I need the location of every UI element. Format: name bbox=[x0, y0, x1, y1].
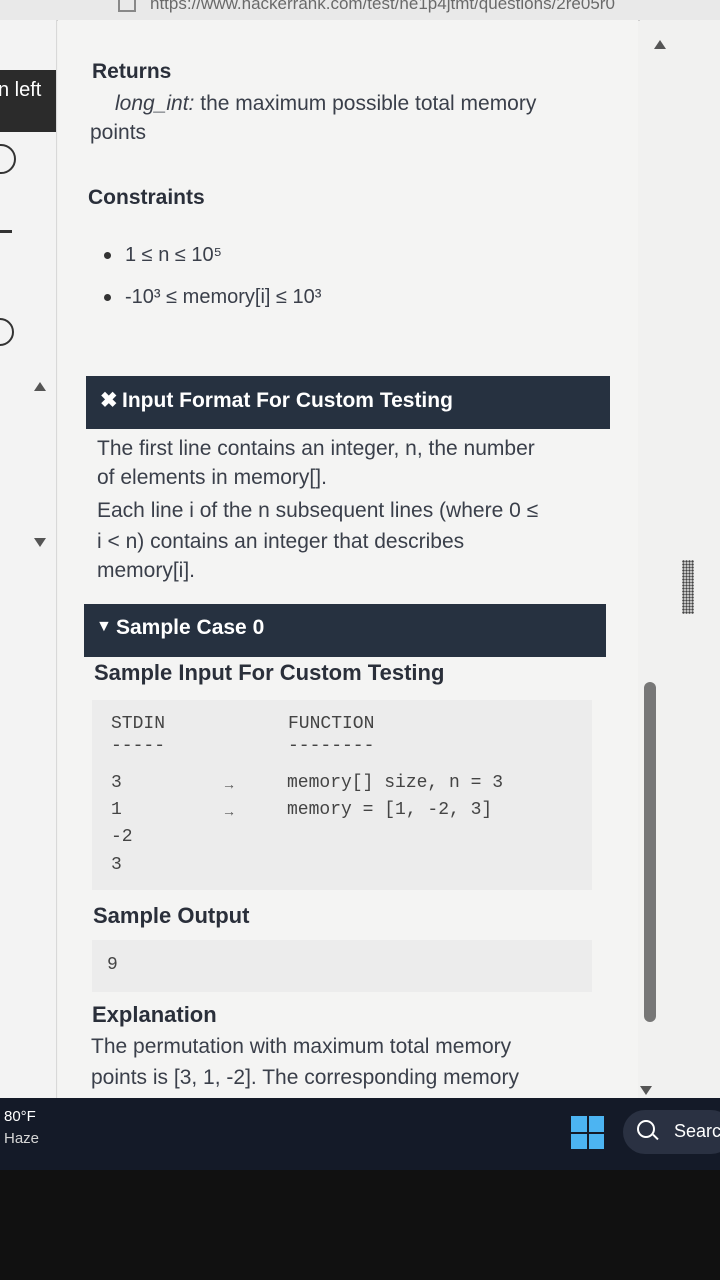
url-text[interactable]: https://www.hackerrank.com/test/ne1p4jtm… bbox=[150, 0, 615, 14]
lock-icon bbox=[118, 0, 136, 12]
input-format-line: memory[i]. bbox=[97, 559, 196, 582]
constraints-heading: Constraints bbox=[88, 186, 205, 209]
windows-start-icon[interactable] bbox=[571, 1116, 604, 1149]
explanation-heading: Explanation bbox=[92, 1002, 217, 1027]
function-line: memory = [1, -2, 3] bbox=[287, 800, 493, 820]
taskbar: 80°F Haze Searc bbox=[0, 1098, 720, 1170]
screen: https://www.hackerrank.com/test/ne1p4jtm… bbox=[0, 0, 720, 1170]
input-format-line: Each line i of the n subsequent lines (w… bbox=[97, 499, 539, 522]
search-label: Searc bbox=[674, 1121, 720, 1141]
input-format-header[interactable]: ✖ Input Format For Custom Testing bbox=[86, 376, 610, 429]
function-divider: -------- bbox=[288, 736, 375, 756]
weather-description[interactable]: Haze bbox=[4, 1130, 39, 1147]
function-header: FUNCTION bbox=[288, 714, 375, 734]
stdin-value: 1 bbox=[111, 800, 122, 820]
question-status-icon[interactable] bbox=[0, 144, 16, 174]
question-number-icon[interactable] bbox=[0, 230, 12, 233]
return-type: long_int: bbox=[115, 92, 195, 115]
time-left-label: n left bbox=[0, 79, 42, 101]
returns-heading: Returns bbox=[92, 60, 172, 83]
stdin-header: STDIN bbox=[111, 714, 166, 734]
returns-description: long_int: the maximum possible total mem… bbox=[115, 92, 536, 116]
expand-down-icon[interactable] bbox=[34, 538, 46, 547]
sample-output-value: 9 bbox=[107, 955, 118, 975]
time-left-indicator: n left bbox=[0, 70, 56, 132]
sample-case-header[interactable]: ▼ Sample Case 0 bbox=[84, 604, 606, 657]
stdin-value: 3 bbox=[111, 773, 122, 793]
sample-output-heading: Sample Output bbox=[93, 903, 250, 928]
arrow-icon: → bbox=[222, 776, 236, 792]
function-line: memory[] size, n = 3 bbox=[287, 773, 504, 793]
scroll-up-icon[interactable] bbox=[654, 40, 666, 49]
scrollbar-thumb[interactable] bbox=[644, 682, 656, 1022]
search-icon bbox=[637, 1120, 655, 1138]
scroll-down-icon[interactable] bbox=[640, 1086, 652, 1095]
input-format-line: of elements in memory[]. bbox=[97, 466, 327, 489]
collapse-up-icon[interactable] bbox=[34, 382, 46, 391]
left-sidebar: n left bbox=[0, 20, 57, 1098]
input-format-line: The first line contains an integer, n, t… bbox=[97, 437, 535, 460]
pin-icon: ✖ bbox=[100, 389, 118, 412]
question-status-icon-2[interactable] bbox=[0, 318, 14, 346]
explanation-line: points is [3, 1, -2]. The corresponding … bbox=[91, 1066, 519, 1089]
stdin-value: -2 bbox=[111, 827, 133, 847]
input-format-line: i < n) contains an integer that describe… bbox=[97, 530, 465, 553]
explanation-line: The permutation with maximum total memor… bbox=[91, 1035, 512, 1058]
panel-resize-handle[interactable] bbox=[682, 560, 694, 614]
arrow-icon: → bbox=[222, 803, 236, 819]
taskbar-search[interactable]: Searc bbox=[623, 1110, 720, 1154]
returns-description-cont: points bbox=[90, 121, 147, 144]
weather-temperature[interactable]: 80°F bbox=[4, 1108, 36, 1125]
stdin-divider: ----- bbox=[111, 736, 166, 756]
address-bar[interactable]: https://www.hackerrank.com/test/ne1p4jtm… bbox=[0, 0, 720, 21]
caret-down-icon: ▼ bbox=[96, 618, 112, 635]
return-text: the maximum possible total memory bbox=[194, 92, 537, 115]
constraint-item: 1 ≤ n ≤ 10⁵ bbox=[104, 244, 222, 267]
stdin-value: 3 bbox=[111, 855, 122, 875]
sample-output-block bbox=[92, 940, 592, 992]
sample-input-heading: Sample Input For Custom Testing bbox=[94, 660, 445, 685]
constraint-item: -10³ ≤ memory[i] ≤ 10³ bbox=[104, 286, 321, 309]
